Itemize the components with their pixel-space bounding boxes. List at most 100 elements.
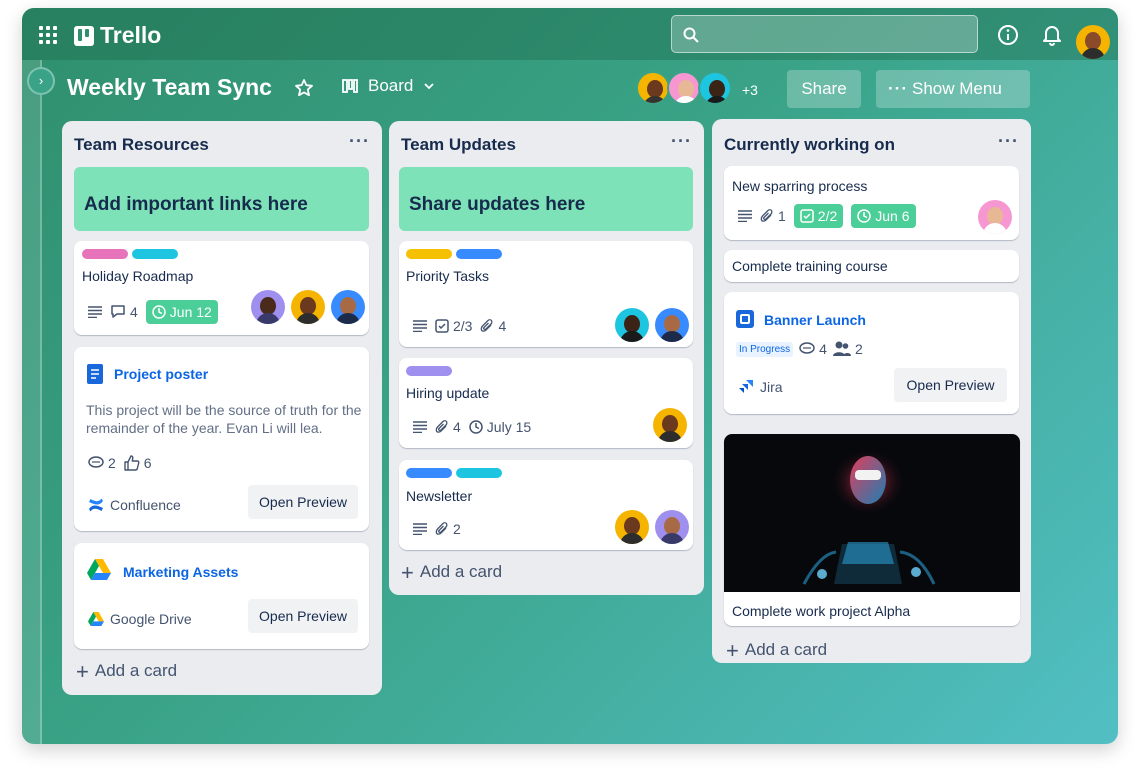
search-input[interactable] bbox=[671, 15, 978, 53]
card-title-link[interactable]: Project poster bbox=[114, 366, 208, 382]
list-title[interactable]: Currently working on bbox=[724, 135, 895, 155]
google-drive-icon bbox=[87, 559, 111, 580]
attachments-badge: 2 bbox=[435, 521, 461, 537]
checklist-badge[interactable]: 2/2 bbox=[793, 204, 844, 228]
card-members bbox=[978, 200, 1012, 234]
card-title: Newsletter bbox=[406, 488, 473, 504]
show-menu-button[interactable]: ··· Show Menu bbox=[876, 70, 1030, 108]
card-title-link[interactable]: Banner Launch bbox=[764, 312, 866, 328]
card-complete-training-course[interactable]: Complete training course bbox=[724, 250, 1019, 282]
card-members bbox=[615, 308, 689, 342]
top-navigation: Trello bbox=[22, 8, 1118, 60]
trello-logo-icon bbox=[74, 25, 94, 46]
banner-card[interactable]: Add important links here bbox=[74, 167, 369, 231]
list-title[interactable]: Team Updates bbox=[401, 135, 516, 155]
comment-icon bbox=[88, 456, 104, 468]
label-cyan bbox=[132, 249, 178, 259]
card-title-link[interactable]: Marketing Assets bbox=[123, 564, 238, 580]
due-date-badge[interactable]: Jun 12 bbox=[145, 300, 218, 324]
list-more-icon[interactable]: ··· bbox=[349, 131, 370, 152]
comments-count: 4 bbox=[130, 304, 138, 320]
show-menu-label: Show Menu bbox=[912, 79, 1002, 98]
board-title[interactable]: Weekly Team Sync bbox=[67, 74, 272, 101]
due-date: Jun 12 bbox=[169, 304, 212, 320]
label-yellow bbox=[406, 249, 452, 259]
board-view-switcher[interactable]: Board bbox=[342, 76, 435, 96]
star-icon[interactable] bbox=[294, 78, 314, 98]
share-button[interactable]: Share bbox=[787, 70, 861, 108]
apps-grid-icon[interactable] bbox=[39, 26, 57, 44]
card-new-sparring-process[interactable]: New sparring process 1 2/2 Jun 6 bbox=[724, 166, 1019, 240]
list-title[interactable]: Team Resources bbox=[74, 135, 209, 155]
add-card-label: Add a card bbox=[419, 562, 503, 581]
info-icon[interactable] bbox=[997, 24, 1019, 46]
avatar bbox=[636, 71, 670, 105]
members-count: 2 bbox=[854, 341, 863, 357]
avatar[interactable] bbox=[653, 408, 687, 442]
more-icon: ··· bbox=[888, 79, 908, 98]
add-card-button[interactable]: + Add a card bbox=[76, 660, 178, 682]
card-holiday-roadmap[interactable]: Holiday Roadmap 4 Jun 12 bbox=[74, 241, 369, 335]
current-user-avatar[interactable] bbox=[1076, 25, 1110, 59]
card-badges: 4 July 15 bbox=[413, 419, 531, 435]
source-label: Confluence bbox=[110, 497, 181, 513]
list-more-icon[interactable]: ··· bbox=[998, 131, 1019, 152]
card-labels bbox=[406, 366, 452, 376]
avatar bbox=[667, 71, 701, 105]
comment-icon bbox=[111, 305, 125, 318]
add-card-button[interactable]: + Add a card bbox=[726, 637, 827, 663]
banner-card[interactable]: Share updates here bbox=[399, 167, 693, 231]
likes-badge: 6 bbox=[124, 455, 152, 471]
trello-logo[interactable]: Trello bbox=[74, 22, 161, 49]
card-labels bbox=[82, 249, 178, 259]
document-icon bbox=[87, 364, 103, 384]
card-complete-work-project-alpha[interactable]: Complete work project Alpha bbox=[724, 434, 1020, 626]
label-blue bbox=[456, 249, 502, 259]
comments-count: 2 bbox=[108, 455, 116, 471]
card-newsletter[interactable]: Newsletter 2 bbox=[399, 460, 693, 550]
card-priority-tasks[interactable]: Priority Tasks 2/3 4 bbox=[399, 241, 693, 347]
label-blue bbox=[406, 468, 452, 478]
board-view-icon bbox=[342, 79, 358, 93]
avatar[interactable] bbox=[655, 510, 689, 544]
bell-icon[interactable] bbox=[1042, 24, 1062, 46]
card-members bbox=[653, 408, 687, 442]
list-more-icon[interactable]: ··· bbox=[671, 131, 692, 152]
avatar[interactable] bbox=[978, 200, 1012, 234]
checklist-badge: 2/3 bbox=[435, 318, 472, 334]
open-preview-button[interactable]: Open Preview bbox=[894, 368, 1007, 402]
card-marketing-assets[interactable]: Marketing Assets Google Drive Open Previ… bbox=[74, 543, 369, 649]
add-card-label: Add a card bbox=[94, 661, 178, 680]
like-icon bbox=[124, 455, 140, 471]
avatar[interactable] bbox=[615, 510, 649, 544]
attachments-count: 2 bbox=[453, 521, 461, 537]
open-preview-button[interactable]: Open Preview bbox=[248, 599, 358, 633]
due-date-badge[interactable]: July 15 bbox=[469, 419, 531, 435]
card-project-poster[interactable]: Project poster This project will be the … bbox=[74, 347, 369, 531]
avatar[interactable] bbox=[615, 308, 649, 342]
search-icon bbox=[683, 27, 699, 43]
avatar[interactable] bbox=[291, 290, 325, 324]
card-title: New sparring process bbox=[732, 178, 868, 194]
avatar[interactable] bbox=[251, 290, 285, 324]
expand-sidebar-button[interactable]: › bbox=[27, 67, 55, 95]
extra-members-count[interactable]: +3 bbox=[742, 82, 758, 98]
board-view-label: Board bbox=[368, 76, 414, 95]
card-title: Hiring update bbox=[406, 385, 490, 401]
open-preview-button[interactable]: Open Preview bbox=[248, 485, 358, 519]
avatar bbox=[698, 71, 732, 105]
list-team-updates: Team Updates ··· Share updates here Prio… bbox=[389, 121, 704, 595]
add-card-button[interactable]: + Add a card bbox=[401, 561, 503, 583]
description-icon bbox=[413, 523, 427, 535]
plus-icon: + bbox=[726, 637, 739, 663]
board-members[interactable] bbox=[636, 71, 732, 105]
card-title: Complete training course bbox=[732, 258, 888, 274]
due-date-badge[interactable]: Jun 6 bbox=[851, 204, 916, 228]
avatar[interactable] bbox=[655, 308, 689, 342]
card-banner-launch[interactable]: Banner Launch In Progress 4 2 Jira Open … bbox=[724, 292, 1019, 414]
card-labels bbox=[406, 249, 502, 259]
description-icon bbox=[413, 421, 427, 433]
avatar[interactable] bbox=[331, 290, 365, 324]
app-name: Trello bbox=[100, 22, 162, 48]
card-hiring-update[interactable]: Hiring update 4 July 15 bbox=[399, 358, 693, 448]
